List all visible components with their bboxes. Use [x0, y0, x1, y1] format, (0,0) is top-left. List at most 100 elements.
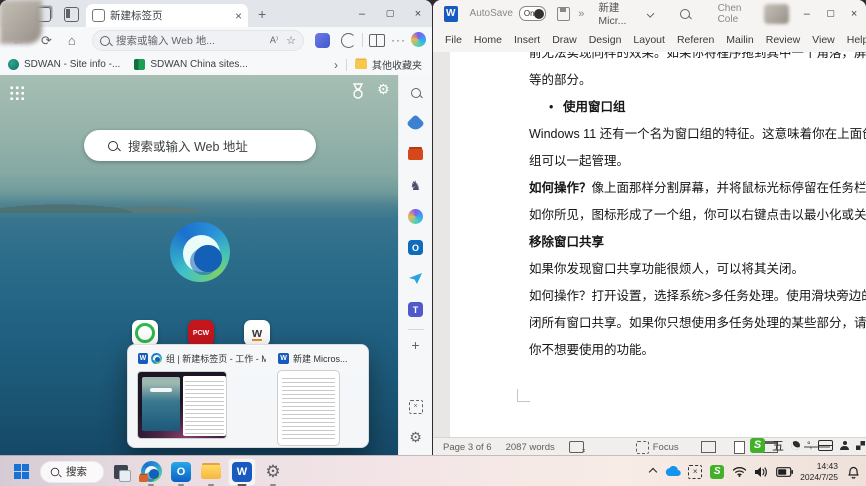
start-button[interactable]: [8, 459, 34, 485]
tray-clock[interactable]: 14:43 2024/7/25: [800, 461, 838, 482]
tab-draw[interactable]: Draw: [546, 34, 583, 46]
preview-thumbnail-group[interactable]: [137, 371, 227, 439]
taskbar-edge[interactable]: [138, 459, 164, 485]
sogou-logo-icon[interactable]: S: [750, 438, 765, 453]
sidebar-messenger[interactable]: [399, 263, 432, 294]
sidebar-search[interactable]: [399, 77, 432, 108]
sidebar-teams[interactable]: T: [399, 294, 432, 325]
maximize-icon[interactable]: ▢: [376, 8, 404, 19]
word-count[interactable]: 2087 words: [506, 442, 555, 453]
tab-new-tab-page[interactable]: 新建标签页 ×: [86, 4, 248, 27]
tab-insert[interactable]: Insert: [508, 34, 546, 46]
tray-notifications[interactable]: [842, 459, 864, 485]
sidebar-outlook[interactable]: O: [399, 232, 432, 263]
taskbar-settings[interactable]: ⚙: [260, 459, 286, 485]
sidebar-shopping[interactable]: [399, 108, 432, 139]
ime-mode-label[interactable]: 五: [772, 437, 784, 454]
extension-icon[interactable]: [315, 33, 330, 48]
tray-battery[interactable]: [772, 459, 796, 485]
user-name[interactable]: Chen Cole: [718, 3, 758, 25]
skin-person-icon[interactable]: [840, 441, 849, 450]
bookmarks-overflow-icon[interactable]: ›: [334, 58, 338, 72]
word-document-area[interactable]: 前无法实现同样的效果。如果你将程序拖到其中一个角落，屏幕将被分成相 等的部分。 …: [433, 52, 866, 437]
close-icon[interactable]: ×: [404, 8, 432, 20]
tab-view[interactable]: View: [806, 34, 841, 46]
refresh-icon[interactable]: ⟳: [41, 34, 52, 47]
menu-grid-icon[interactable]: [856, 441, 865, 450]
shortcut-pcw[interactable]: PCW: [188, 320, 214, 346]
tab-close-icon[interactable]: ×: [235, 10, 242, 22]
browser-essentials-icon[interactable]: [341, 33, 356, 48]
word-ribbon-tabs: File Home Insert Draw Design Layout Refe…: [433, 27, 866, 53]
taskbar-word-active[interactable]: W: [228, 458, 256, 486]
page-settings-gear-icon[interactable]: ⚙: [377, 81, 390, 98]
moon-icon[interactable]: [789, 439, 802, 452]
tab-actions-icon[interactable]: [64, 7, 79, 22]
favorite-star-icon[interactable]: ☆: [286, 34, 296, 47]
tab-help[interactable]: Help: [841, 34, 866, 46]
keyboard-icon[interactable]: [818, 440, 833, 451]
tab-review[interactable]: Review: [760, 34, 806, 46]
tab-layout[interactable]: Layout: [627, 34, 671, 46]
minimize-icon[interactable]: –: [348, 8, 376, 20]
taskbar-explorer[interactable]: [198, 459, 224, 485]
task-view-button[interactable]: [108, 459, 134, 485]
apps-waffle-icon[interactable]: [9, 85, 24, 100]
taskbar-search[interactable]: 搜索: [40, 461, 104, 483]
search-icon: [108, 141, 118, 151]
sidebar-settings[interactable]: ⚙: [399, 422, 432, 453]
split-screen-icon[interactable]: [369, 34, 385, 47]
taskbar-outlook[interactable]: O: [168, 459, 194, 485]
focus-label[interactable]: Focus: [653, 442, 679, 453]
address-bar[interactable]: 搜索或输入 Web 地... A⁾ ☆: [92, 30, 304, 51]
shortcut-green-app[interactable]: [132, 320, 158, 346]
settings-menu-icon[interactable]: ···: [391, 34, 406, 46]
preview-group-header[interactable]: W 组 | 新建标签页 - 工作 - M...: [138, 352, 266, 365]
shortcut-w-app[interactable]: w: [244, 320, 270, 346]
new-tab-icon[interactable]: +: [258, 7, 266, 21]
read-aloud-icon[interactable]: A⁾: [270, 35, 278, 46]
read-mode-icon[interactable]: [701, 441, 716, 453]
copilot-icon[interactable]: [411, 32, 426, 47]
tab-references[interactable]: Referen: [671, 34, 720, 46]
quick-access-more-icon[interactable]: »: [578, 8, 584, 20]
close-icon[interactable]: ×: [842, 8, 866, 20]
bookmark-item[interactable]: SDWAN China sites...: [134, 59, 247, 70]
save-icon[interactable]: [557, 7, 570, 21]
tray-overflow[interactable]: [644, 459, 662, 485]
page-indicator[interactable]: Page 3 of 6: [443, 442, 492, 453]
proofing-icon[interactable]: ×: [569, 441, 584, 453]
other-favorites[interactable]: 其他收藏夹: [355, 57, 422, 72]
preview-thumbnail-doc[interactable]: [278, 371, 339, 445]
tab-design[interactable]: Design: [583, 34, 628, 46]
tray-sogou[interactable]: S: [706, 459, 728, 485]
preview-doc-header[interactable]: W 新建 Micros...: [278, 352, 360, 365]
search-icon: [100, 36, 110, 46]
margin-corner-mark: [517, 389, 530, 402]
print-layout-icon[interactable]: [734, 441, 745, 454]
tray-onedrive[interactable]: [662, 459, 684, 485]
tab-file[interactable]: File: [439, 34, 468, 46]
minimize-icon[interactable]: –: [795, 8, 819, 20]
document-title[interactable]: 新建 Micr...: [598, 0, 642, 27]
sidebar-copilot[interactable]: [399, 201, 432, 232]
tray-ime-passthrough[interactable]: ×: [684, 459, 706, 485]
tab-home[interactable]: Home: [468, 34, 508, 46]
search-icon[interactable]: [680, 9, 690, 19]
ntp-search-box[interactable]: 搜索或输入 Web 地址: [84, 130, 316, 161]
bookmark-item[interactable]: SDWAN - Site info -...: [8, 59, 120, 70]
punctuation-icon[interactable]: °,: [807, 440, 811, 450]
title-dropdown-icon[interactable]: [647, 10, 655, 18]
sidebar-games[interactable]: ♞: [399, 170, 432, 201]
tray-volume[interactable]: [750, 459, 772, 485]
maximize-icon[interactable]: ▢: [819, 8, 843, 19]
word-window: W AutoSave On » 新建 Micr... Chen Cole – ▢…: [433, 0, 866, 455]
sidebar-add[interactable]: +: [399, 334, 432, 356]
home-icon[interactable]: ⌂: [68, 34, 76, 47]
sidebar-tools[interactable]: [399, 139, 432, 170]
sidebar-screenshot[interactable]: ×: [399, 391, 432, 422]
tray-wifi[interactable]: [728, 459, 750, 485]
autosave-toggle[interactable]: On: [519, 6, 546, 21]
tab-mailings[interactable]: Mailin: [720, 34, 759, 46]
rewards-medal-icon[interactable]: [350, 83, 366, 100]
